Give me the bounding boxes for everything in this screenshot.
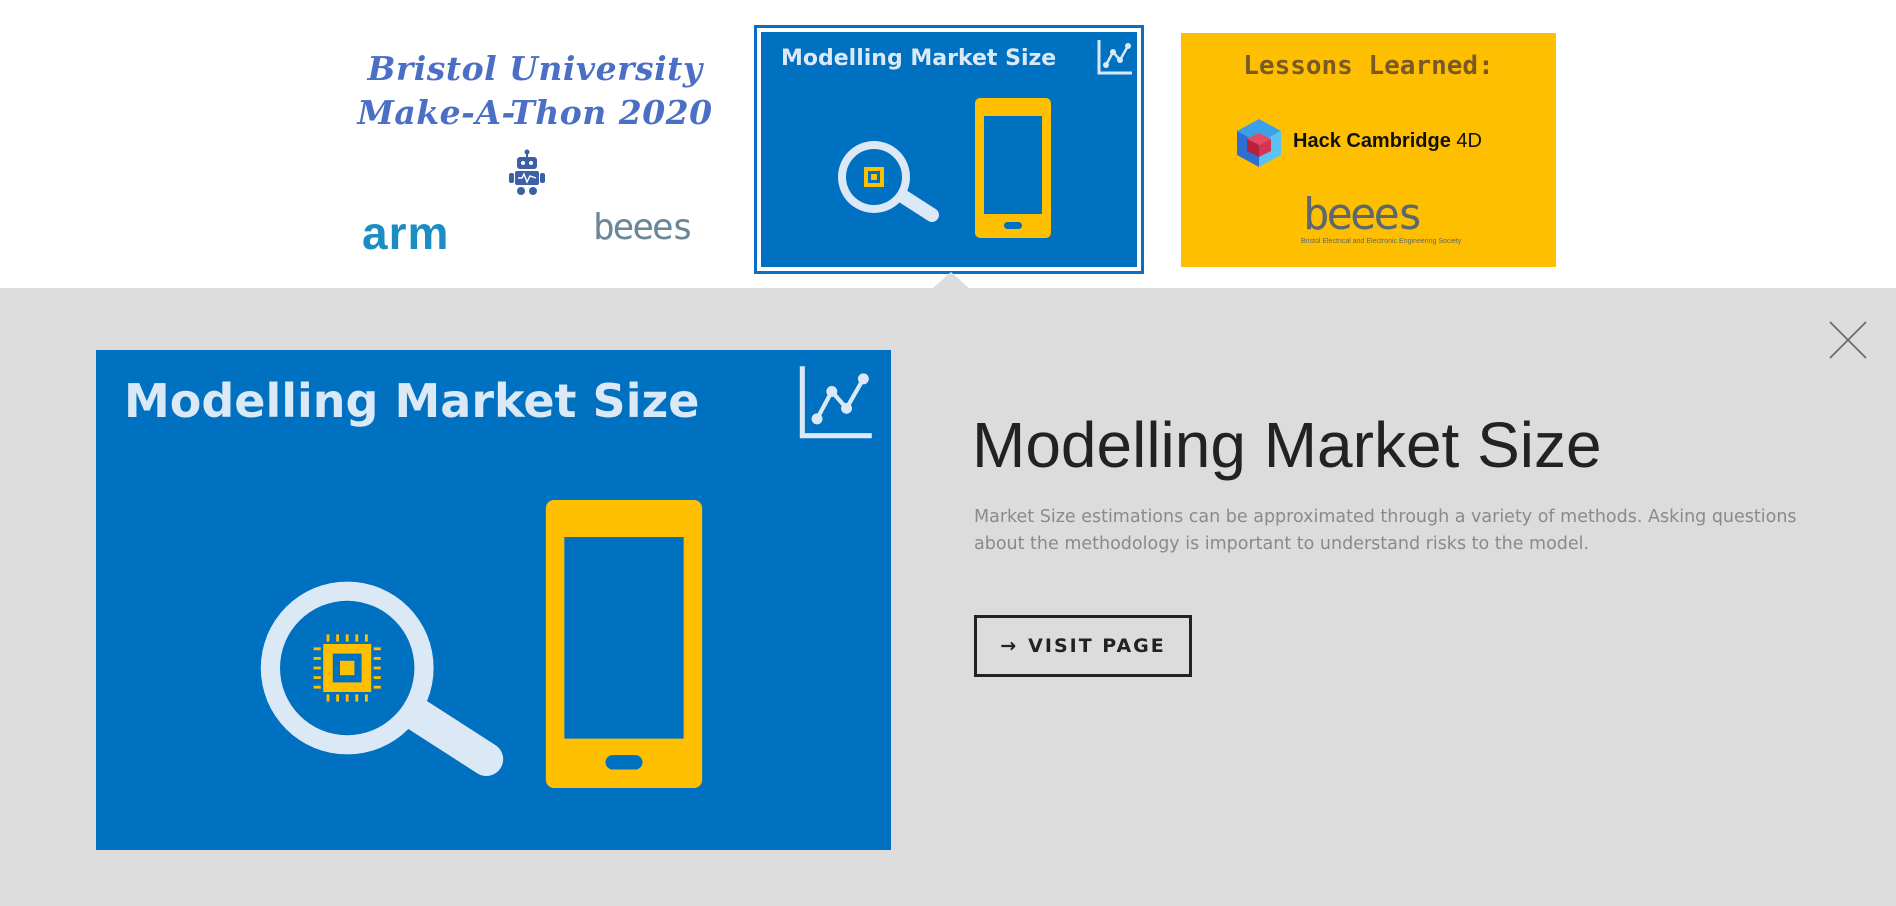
smartphone-icon	[545, 500, 703, 788]
arm-logo: arm	[362, 207, 450, 259]
magnifier-chip-icon	[260, 581, 504, 776]
smartphone-icon	[975, 98, 1051, 238]
thumbnail-title: Lessons Learned:	[1243, 51, 1494, 81]
visit-page-button[interactable]: → VISIT PAGE	[974, 615, 1192, 677]
line-chart-icon	[799, 366, 872, 439]
thumbnail-lessons-learned[interactable]: Lessons Learned: Hack Cambridge 4D beees…	[1181, 33, 1556, 267]
thumbnail-title-line2: Make-A-Thon 2020	[357, 93, 713, 132]
hack-cambridge-logo: Hack Cambridge 4D	[1293, 130, 1482, 153]
detail-image: Modelling Market Size	[96, 350, 891, 850]
thumbnail-title-line1: Bristol University	[367, 49, 703, 88]
arrow-right-icon: →	[1000, 635, 1017, 657]
thumbnail-title: Modelling Market Size	[781, 46, 1057, 71]
beees-subtitle: Bristol Electrical and Electronic Engine…	[1301, 238, 1462, 245]
thumbnail-bristol-makeathon[interactable]: Bristol University Make-A-Thon 2020 arm …	[350, 33, 720, 259]
beees-logo: beees	[1303, 189, 1423, 240]
hack-cambridge-label: Hack Cambridge	[1293, 130, 1451, 152]
robot-icon	[509, 149, 545, 195]
detail-panel: Modelling Market Size Modelling Market S…	[0, 288, 1896, 906]
thumbnail-modelling-market-size[interactable]: Modelling Market Size	[754, 25, 1144, 274]
thumbnail-image: Modelling Market Size	[761, 32, 1137, 267]
magnifier-chip-icon	[838, 141, 939, 222]
close-icon[interactable]	[1826, 318, 1870, 362]
detail-image-title: Modelling Market Size	[124, 374, 700, 428]
selection-pointer	[933, 272, 969, 288]
hack-cambridge-cube-icon	[1237, 119, 1281, 167]
detail-heading: Modelling Market Size	[972, 409, 1602, 481]
beees-logo: beees	[593, 207, 693, 248]
hack-cambridge-suffix: 4D	[1456, 130, 1482, 152]
visit-page-label: VISIT PAGE	[1028, 635, 1166, 657]
detail-description: Market Size estimations can be approxima…	[974, 507, 1797, 554]
thumbnail-row: Bristol University Make-A-Thon 2020 arm …	[0, 0, 1896, 288]
line-chart-icon	[1097, 40, 1132, 75]
